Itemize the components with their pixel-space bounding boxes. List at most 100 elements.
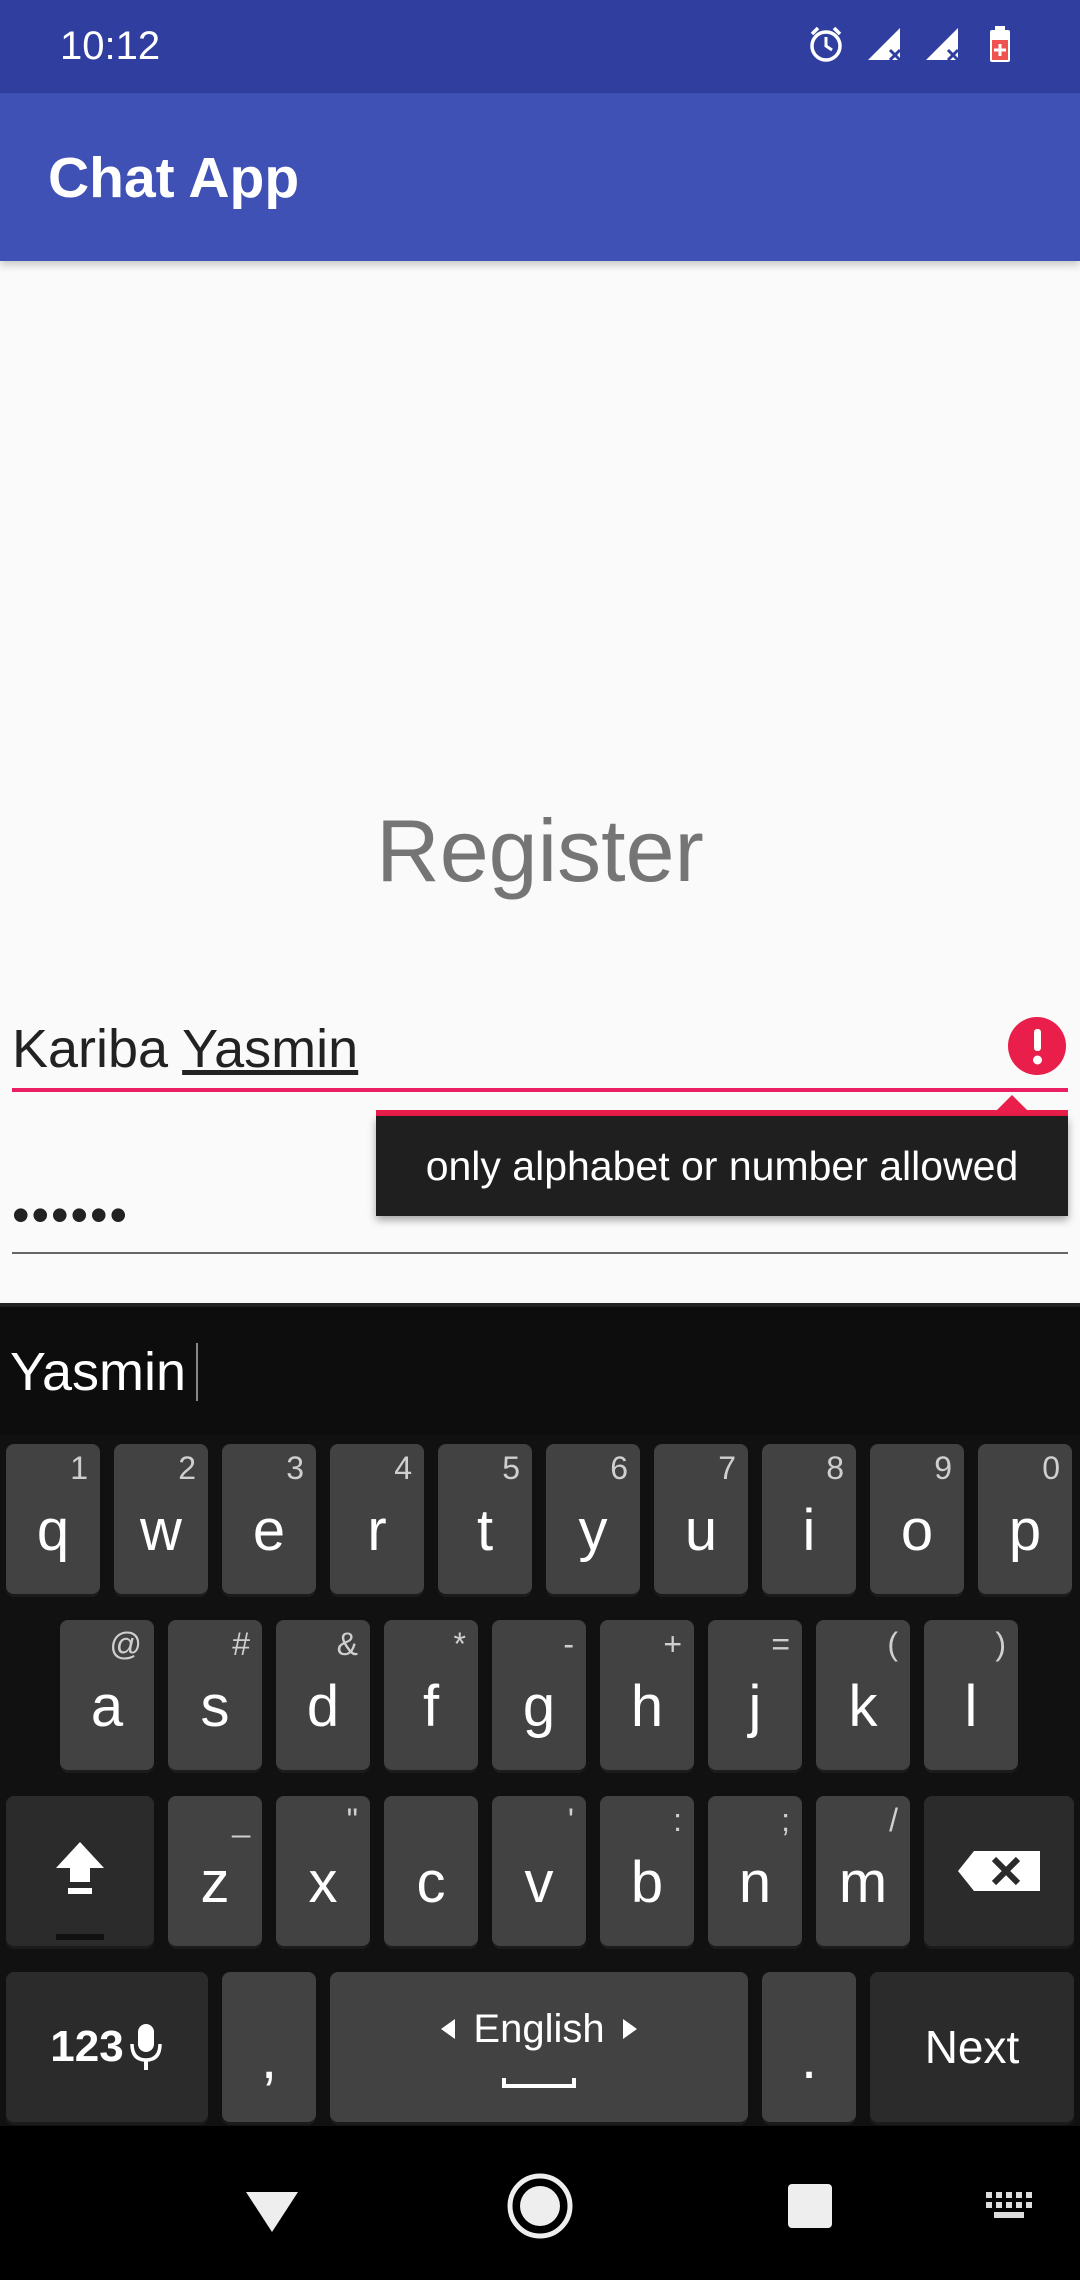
key-label: k — [848, 1674, 878, 1739]
key-hint: # — [232, 1626, 250, 1662]
period-key[interactable]: . — [762, 1972, 856, 2122]
symbols-key-label: 123 — [50, 2022, 124, 2071]
shift-key[interactable] — [6, 1796, 154, 1946]
key-a[interactable]: @ a — [60, 1620, 154, 1770]
key-d[interactable]: & d — [276, 1620, 370, 1770]
key-v[interactable]: ' v — [492, 1796, 586, 1946]
key-label: w — [140, 1498, 182, 1563]
error-popup-pointer — [996, 1095, 1028, 1111]
keyboard-switcher-button[interactable] — [980, 2182, 1040, 2232]
key-label: r — [367, 1498, 387, 1563]
key-label: x — [308, 1850, 338, 1915]
key-hint: + — [663, 1626, 682, 1662]
key-h[interactable]: + h — [600, 1620, 694, 1770]
recents-square-icon — [788, 2184, 832, 2228]
key-u[interactable]: 7u — [654, 1444, 748, 1594]
space-key[interactable]: English — [330, 1972, 748, 2122]
key-label: e — [252, 1498, 286, 1563]
chevron-left-icon — [441, 2019, 456, 2039]
password-field-value: •••••• — [12, 1187, 130, 1243]
key-label: u — [684, 1498, 718, 1563]
key-hint: _ — [232, 1802, 250, 1838]
signal-icon — [864, 24, 904, 64]
key-hint: " — [346, 1802, 358, 1838]
space-key-label: English — [473, 2006, 605, 2051]
navigation-bar — [0, 2126, 1080, 2280]
key-s[interactable]: # s — [168, 1620, 262, 1770]
key-o[interactable]: 9o — [870, 1444, 964, 1594]
key-label: m — [838, 1850, 888, 1915]
key-z[interactable]: _ z — [168, 1796, 262, 1946]
key-hint: 2 — [178, 1450, 196, 1486]
spacebar-icon — [502, 2078, 576, 2088]
name-field-prefix: Kariba — [12, 1019, 183, 1079]
home-button[interactable] — [500, 2166, 580, 2246]
key-hint: - — [563, 1626, 574, 1662]
symbols-key[interactable]: 123 — [6, 1972, 208, 2122]
back-triangle-icon — [246, 2192, 298, 2232]
key-label: s — [200, 1674, 230, 1739]
key-x[interactable]: " x — [276, 1796, 370, 1946]
key-q[interactable]: 1q — [6, 1444, 100, 1594]
key-label: y — [578, 1498, 608, 1563]
next-key-label: Next — [924, 2021, 1020, 2073]
key-p[interactable]: 0p — [978, 1444, 1072, 1594]
status-bar: 10:12 — [0, 0, 1080, 93]
home-circle-icon — [507, 2173, 573, 2239]
key-n[interactable]: ; n — [708, 1796, 802, 1946]
suggestion-word[interactable]: Yasmin — [10, 1341, 186, 1403]
key-l[interactable]: ) l — [924, 1620, 1018, 1770]
key-label: c — [416, 1850, 446, 1915]
key-hint: 0 — [1042, 1450, 1060, 1486]
shift-indicator — [56, 1934, 104, 1940]
key-g[interactable]: -g — [492, 1620, 586, 1770]
key-label: p — [1008, 1498, 1042, 1563]
key-e[interactable]: 3e — [222, 1444, 316, 1594]
key-k[interactable]: (k — [816, 1620, 910, 1770]
key-c[interactable]: c — [384, 1796, 478, 1946]
key-label: z — [200, 1850, 230, 1915]
alarm-icon — [806, 24, 846, 64]
app-bar: Chat App — [0, 93, 1080, 261]
backspace-key[interactable] — [924, 1796, 1074, 1946]
key-hint: ; — [781, 1802, 790, 1838]
status-icons — [806, 24, 1020, 64]
key-hint: 5 — [502, 1450, 520, 1486]
next-key[interactable]: Next — [870, 1972, 1074, 2122]
microphone-icon — [129, 2024, 162, 2070]
error-icon — [1008, 1017, 1066, 1075]
key-t[interactable]: 5t — [438, 1444, 532, 1594]
register-heading: Register — [376, 801, 704, 900]
key-hint: 8 — [826, 1450, 844, 1486]
key-label: t — [476, 1498, 494, 1563]
key-hint: : — [673, 1802, 682, 1838]
comma-key[interactable]: , — [222, 1972, 316, 2122]
key-r[interactable]: 4r — [330, 1444, 424, 1594]
key-label: g — [522, 1674, 556, 1739]
name-field-underline — [12, 1088, 1068, 1092]
recents-button[interactable] — [770, 2172, 850, 2242]
key-y[interactable]: 6y — [546, 1444, 640, 1594]
name-field[interactable]: Kariba Yasmin — [12, 1010, 1068, 1110]
key-hint: @ — [109, 1626, 142, 1662]
name-field-value: Kariba Yasmin — [12, 1018, 358, 1080]
key-m[interactable]: / m — [816, 1796, 910, 1946]
key-label: f — [422, 1674, 440, 1739]
key-i[interactable]: 8i — [762, 1444, 856, 1594]
app-title: Chat App — [48, 146, 300, 210]
shift-icon — [6, 1796, 154, 1946]
key-hint: 4 — [394, 1450, 412, 1486]
key-label: h — [630, 1674, 664, 1739]
key-w[interactable]: 2w — [114, 1444, 208, 1594]
password-field[interactable]: •••••• — [12, 1180, 1068, 1260]
key-b[interactable]: :b — [600, 1796, 694, 1946]
key-label: i — [802, 1498, 816, 1563]
key-hint: * — [453, 1626, 466, 1662]
key-f[interactable]: * f — [384, 1620, 478, 1770]
back-button[interactable] — [232, 2172, 312, 2242]
key-label: n — [738, 1850, 772, 1915]
key-label: b — [630, 1850, 664, 1915]
backspace-icon — [924, 1796, 1074, 1946]
key-j[interactable]: = j — [708, 1620, 802, 1770]
key-hint: ' — [567, 1802, 574, 1838]
